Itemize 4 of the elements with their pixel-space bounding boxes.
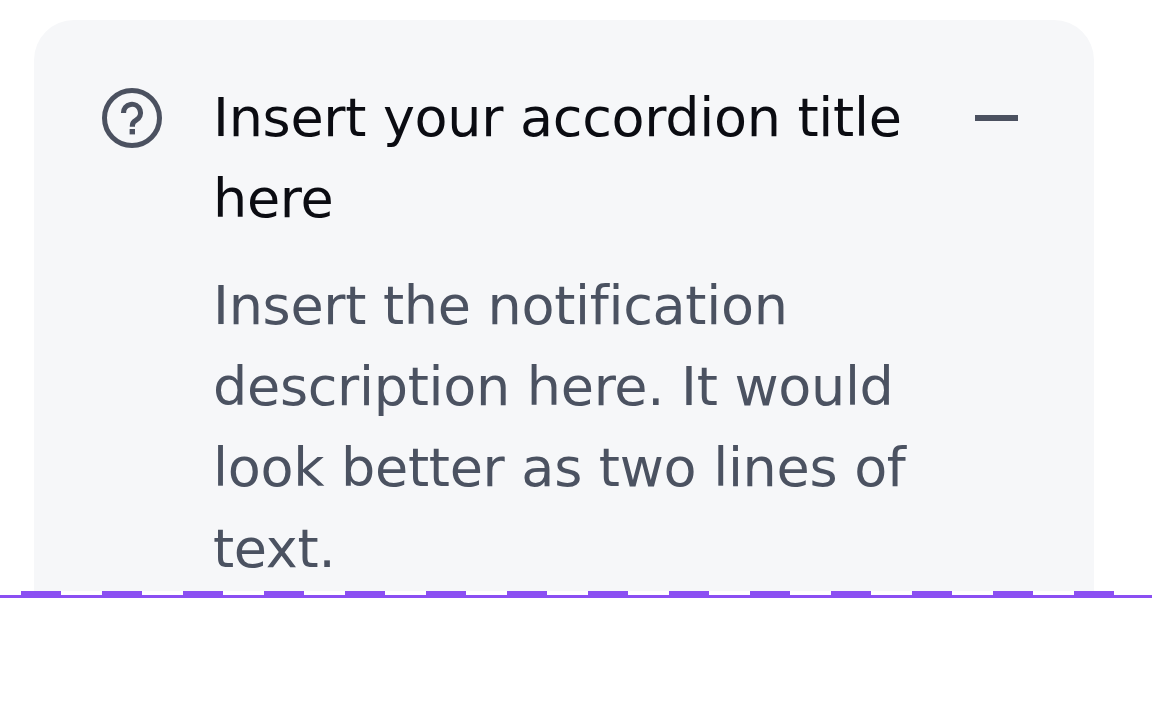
- minus-icon[interactable]: [975, 115, 1018, 121]
- accordion-description: Insert the notification description here. It would look better as two lines of text.: [213, 273, 908, 582]
- accordion-title: Insert your accordion title here: [213, 85, 903, 232]
- help-icon: [102, 88, 162, 148]
